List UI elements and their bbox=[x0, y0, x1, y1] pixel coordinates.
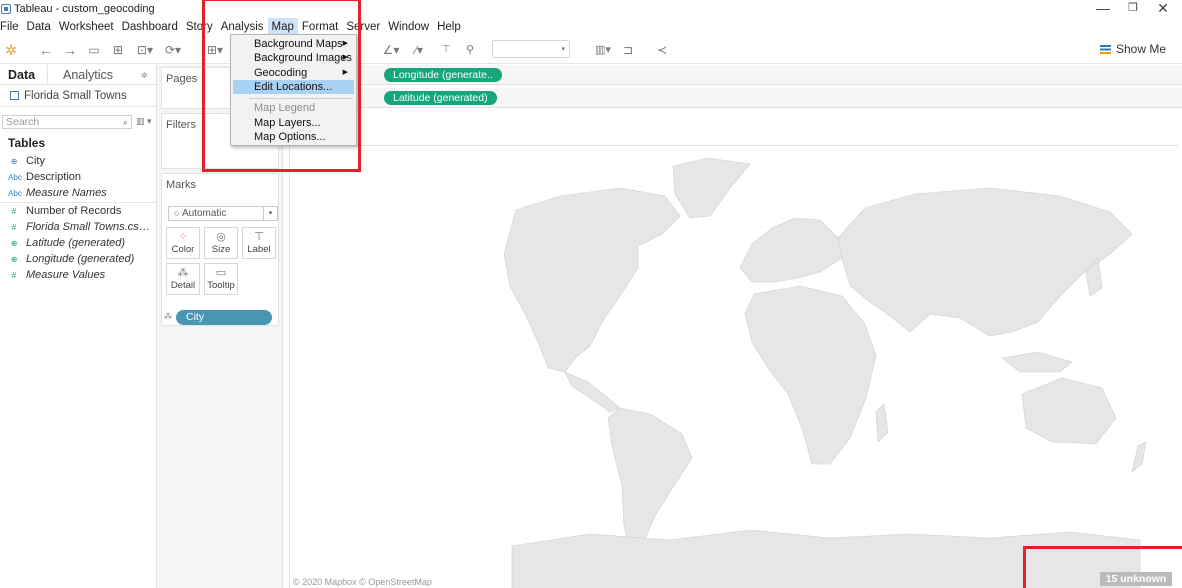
refresh-icon[interactable]: ⟳▾ bbox=[162, 41, 184, 59]
string-icon: Abc bbox=[8, 189, 22, 198]
marks-card-title: Marks bbox=[166, 179, 196, 191]
menu-file[interactable]: File bbox=[0, 18, 23, 36]
pin-icon[interactable]: ⚲ bbox=[462, 41, 478, 59]
number-icon: # bbox=[11, 271, 17, 280]
new-worksheet-icon[interactable]: ⊡▾ bbox=[134, 41, 156, 59]
map-view[interactable]: © 2020 Mapbox © OpenStreetMap bbox=[283, 109, 1182, 588]
africa bbox=[744, 285, 877, 465]
detail-icon: ⁂ bbox=[164, 312, 172, 321]
show-me-icon bbox=[1099, 45, 1111, 54]
tab-data[interactable]: Data bbox=[0, 65, 48, 84]
view-options-icon[interactable]: ▥ ▾ bbox=[136, 116, 152, 127]
columns-shelf[interactable]: Longitude (generate.. bbox=[283, 65, 1182, 85]
data-pane: Data Analytics ≑ Florida Small Towns Sear… bbox=[0, 65, 157, 588]
asia bbox=[837, 187, 1133, 337]
size-button[interactable]: ◎ Size bbox=[204, 227, 238, 259]
tables-header: Tables bbox=[8, 136, 46, 150]
field-city[interactable]: ⊕ City bbox=[8, 155, 154, 167]
detail-button[interactable]: ⁂ Detail bbox=[166, 263, 200, 295]
field-number-of-records[interactable]: # Number of Records bbox=[8, 205, 154, 217]
toolbar: ✲ ← → ▭ ⊞ ⊡▾ ⟳▾ ⊞▾ ∠▾ ∕▾ ⊤ ⚲ ▾ ▥▾ ⊐ ≺ Sh… bbox=[0, 36, 1182, 64]
new-zealand bbox=[1131, 441, 1147, 473]
new-datasource-icon[interactable]: ⊞ bbox=[110, 41, 126, 59]
label-button[interactable]: ⊤ Label bbox=[242, 227, 276, 259]
minimize-button[interactable]: — bbox=[1088, 0, 1118, 16]
label-icon: ⊤ bbox=[254, 231, 264, 243]
restore-button[interactable]: ❐ bbox=[1118, 0, 1148, 16]
pane-menu-icon[interactable]: ≑ bbox=[140, 65, 148, 85]
indonesia bbox=[1001, 351, 1073, 373]
greenland bbox=[672, 157, 751, 219]
close-button[interactable]: ✕ bbox=[1148, 0, 1178, 16]
madagascar bbox=[875, 403, 889, 443]
redo-icon[interactable]: → bbox=[62, 41, 78, 59]
map-attribution[interactable]: © 2020 Mapbox © OpenStreetMap bbox=[293, 577, 432, 587]
datasource-item[interactable]: Florida Small Towns bbox=[0, 85, 156, 107]
tableau-app-icon bbox=[1, 4, 11, 14]
geo-icon: ⊕ bbox=[10, 157, 18, 166]
field-latitude-generated[interactable]: ⊕ Latitude (generated) bbox=[8, 237, 154, 249]
share-icon[interactable]: ≺ bbox=[654, 41, 670, 59]
search-icon: ⌕ bbox=[122, 117, 128, 127]
longitude-pill[interactable]: Longitude (generate.. bbox=[384, 68, 502, 82]
detail-icon: ⁂ bbox=[177, 267, 189, 279]
south-america bbox=[607, 407, 693, 557]
menu-worksheet[interactable]: Worksheet bbox=[55, 18, 118, 36]
undo-icon[interactable]: ← bbox=[38, 41, 54, 59]
tooltip-icon: ▭ bbox=[215, 267, 227, 279]
highlight-icon[interactable]: ∠▾ bbox=[380, 41, 402, 59]
field-florida-small-towns-count[interactable]: # Florida Small Towns.csv (C... bbox=[8, 221, 154, 233]
datasource-icon bbox=[10, 91, 19, 100]
fit-dropdown[interactable]: ▾ bbox=[492, 40, 570, 58]
text-icon[interactable]: ⊤ bbox=[438, 41, 454, 59]
latitude-pill[interactable]: Latitude (generated) bbox=[384, 91, 497, 105]
field-description[interactable]: Abc Description bbox=[8, 171, 154, 183]
europe bbox=[739, 217, 843, 283]
number-icon: # bbox=[11, 223, 17, 232]
menu-bar: File Data Worksheet Dashboard Story Anal… bbox=[0, 18, 1182, 36]
tab-analytics[interactable]: Analytics ≑ bbox=[48, 65, 156, 84]
color-button[interactable]: ⁘ Color bbox=[166, 227, 200, 259]
menu-data[interactable]: Data bbox=[23, 18, 55, 36]
rows-shelf[interactable]: Latitude (generated) bbox=[283, 88, 1182, 108]
show-me-button[interactable]: Show Me bbox=[1099, 42, 1166, 56]
map-canvas[interactable] bbox=[289, 145, 1178, 588]
field-measure-names[interactable]: Abc Measure Names bbox=[8, 187, 154, 199]
menu-help[interactable]: Help bbox=[433, 18, 465, 36]
city-detail-pill[interactable]: City bbox=[176, 310, 272, 325]
string-icon: Abc bbox=[8, 173, 22, 182]
marks-card: Marks ○ Automatic ▾ ⁘ Color ◎ Size ⊤ Label ⁂… bbox=[161, 173, 279, 326]
presentation-icon[interactable]: ⊐ bbox=[620, 41, 636, 59]
world-map bbox=[503, 157, 1147, 588]
search-input[interactable]: Search ⌕ bbox=[2, 115, 132, 129]
geo-icon: ⊕ bbox=[10, 255, 18, 264]
title-bar: Tableau - custom_geocoding — ❐ ✕ bbox=[0, 0, 1182, 18]
chart-icon[interactable]: ▥▾ bbox=[590, 41, 616, 59]
size-icon: ◎ bbox=[216, 231, 226, 243]
field-measure-values[interactable]: # Measure Values bbox=[8, 269, 154, 281]
field-longitude-generated[interactable]: ⊕ Longitude (generated) bbox=[8, 253, 154, 265]
window-title: Tableau - custom_geocoding bbox=[14, 3, 155, 15]
mark-type-dropdown[interactable]: ○ Automatic ▾ bbox=[168, 206, 278, 221]
color-icon: ⁘ bbox=[178, 231, 188, 243]
number-icon: # bbox=[11, 207, 17, 216]
menu-window[interactable]: Window bbox=[384, 18, 433, 36]
tooltip-button[interactable]: ▭ Tooltip bbox=[204, 263, 238, 295]
central-america bbox=[564, 371, 621, 413]
menu-dashboard[interactable]: Dashboard bbox=[118, 18, 182, 36]
divider bbox=[0, 202, 156, 203]
annotation-box-unknown bbox=[1023, 546, 1182, 588]
chevron-down-icon: ▾ bbox=[263, 207, 277, 220]
north-america bbox=[503, 187, 681, 373]
geo-icon: ⊕ bbox=[10, 239, 18, 248]
save-icon[interactable]: ▭ bbox=[86, 41, 102, 59]
australia bbox=[1021, 377, 1117, 445]
annotation-box-map-menu bbox=[202, 0, 361, 172]
tableau-logo-icon[interactable]: ✲ bbox=[4, 41, 18, 59]
pen-icon[interactable]: ∕▾ bbox=[408, 41, 430, 59]
